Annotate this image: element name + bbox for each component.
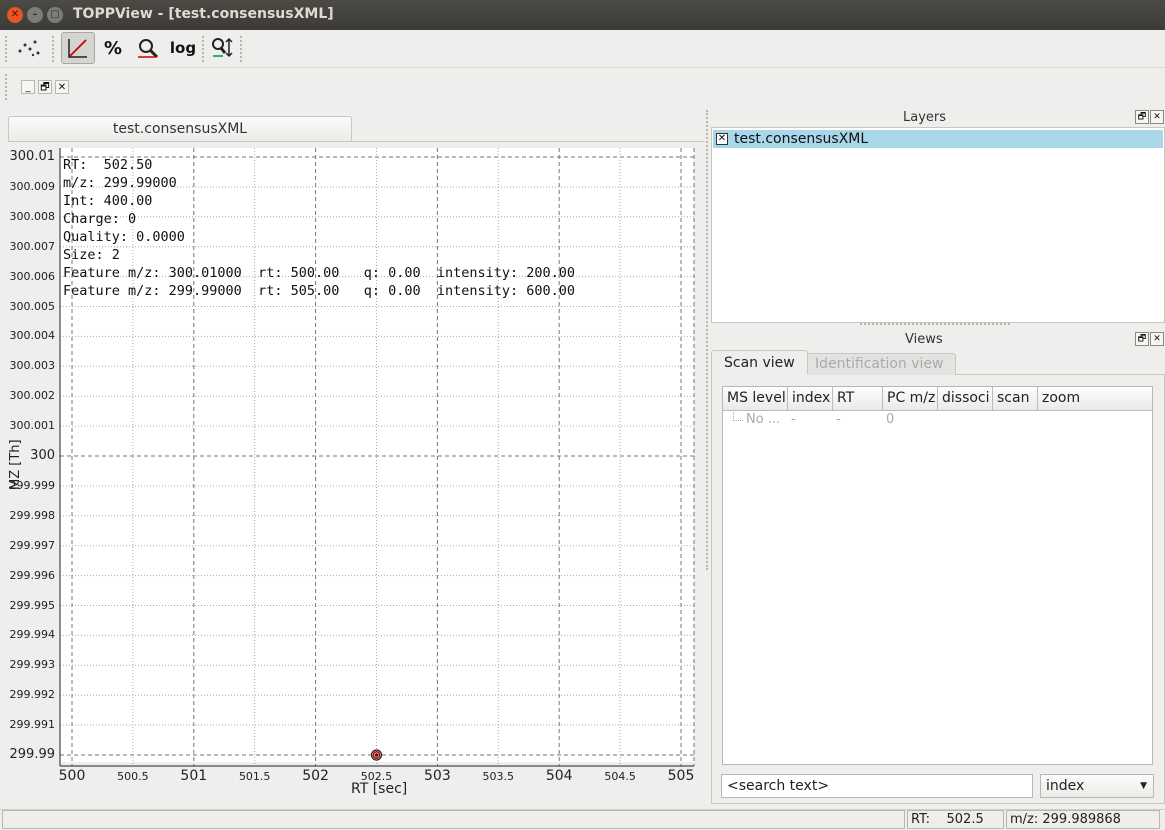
column-dissociation[interactable]: dissoci [938,387,993,411]
status-rt: RT: 502.5 [907,810,1004,829]
column-index[interactable]: index [788,387,833,411]
tab-identification-view[interactable]: Identification view [802,353,957,375]
x-tick-label: 501 [180,768,208,784]
x-tick-label: 503.5 [482,770,515,783]
layers-float-button[interactable]: 🗗 [1135,110,1149,124]
feature-info-line: Feature m/z: 300.01000 rt: 500.00 q: 0.0… [63,265,576,281]
y-tick-label: 300.01 [9,149,56,164]
table-row-cell[interactable]: No ... [746,412,780,427]
scan-table[interactable] [722,386,1153,765]
layers-close-button[interactable]: ✕ [1150,110,1164,124]
x-tick-label: 500 [58,768,86,784]
column-zoom[interactable]: zoom [1038,387,1152,411]
chevron-down-icon: ▼ [1140,781,1147,791]
views-dock-title: Views [905,332,943,347]
column-scan[interactable]: scan [993,387,1038,411]
y-tick-label: 299.995 [9,598,56,612]
views-float-button[interactable]: 🗗 [1135,332,1149,346]
y-tick-label: 299.994 [9,628,56,642]
y-tick-label: 300 [30,448,55,463]
column-pc-mz[interactable]: PC m/z [883,387,938,411]
column-rt[interactable]: RT [833,387,883,411]
y-tick-label: 300.002 [9,389,56,403]
feature-info-line: RT: 502.50 [63,157,153,173]
column-ms-level[interactable]: MS level [723,387,788,411]
feature-point[interactable] [374,753,379,757]
layers-dock-title: Layers [903,110,947,125]
x-tick-label: 505 [667,768,695,784]
y-tick-label: 299.996 [9,568,56,582]
feature-info-line: Size: 2 [63,247,120,263]
x-tick-label: 504.5 [604,770,636,783]
y-tick-label: 300.005 [9,299,56,313]
y-tick-label: 299.99 [9,747,56,762]
feature-info-overlay: RT: 502.50 m/z: 299.99000 Int: 400.00 Charg… [63,156,575,300]
y-tick-label: 299.991 [9,718,56,732]
feature-marker[interactable] [370,749,383,761]
table-row-cell: 0 [886,412,895,427]
x-tick-label: 500.5 [117,770,149,783]
y-tick-label: 300.001 [9,419,56,433]
table-row-cell: - [791,412,796,427]
y-tick-label: 299.997 [9,538,56,552]
search-input[interactable]: <search text> [721,774,1033,798]
y-tick-label: 300.008 [9,209,56,223]
x-tick-label: 504 [545,768,573,784]
feature-info-line: Quality: 0.0000 [63,229,185,245]
x-tick-label: 503 [424,768,451,784]
x-tick-label: 501.5 [238,770,271,783]
y-tick-label: 299.992 [9,688,56,702]
y-tick-label: 300.009 [9,179,56,193]
status-mz: m/z: 299.989868 [1006,810,1160,829]
x-axis-label: RT [sec] [351,781,408,797]
y-axis-label: MZ [Th] [8,439,23,490]
layer-item-label: test.consensusXML [734,131,869,147]
y-tick-label: 299.998 [9,508,56,522]
y-tick-label: 299.993 [9,658,56,672]
table-row-cell: - [836,412,841,427]
feature-info-line: Int: 400.00 [63,193,153,209]
search-field-select[interactable]: index ▼ [1040,774,1154,798]
plot-grid [59,148,695,767]
y-tick-label: 300.007 [9,239,56,253]
x-tick-label: 502 [302,768,329,784]
tab-scan-view[interactable]: Scan view [711,350,808,375]
status-message [2,810,905,829]
feature-info-line: m/z: 299.99000 [63,175,177,191]
tree-branch-line [733,412,743,421]
dock-splitter[interactable] [706,110,709,570]
y-tick-label: 300.003 [9,359,56,373]
y-tick-label: 300.004 [9,329,56,343]
search-field-value: index [1046,778,1085,794]
layer-visibility-checkbox[interactable]: ✕ [716,133,728,145]
views-close-button[interactable]: ✕ [1150,332,1164,346]
feature-info-line: Charge: 0 [63,211,137,227]
y-tick-label: 300.006 [9,269,56,283]
feature-info-line: Feature m/z: 299.99000 rt: 505.00 q: 0.0… [63,283,576,299]
layers-list[interactable] [711,127,1165,323]
layer-item[interactable]: ✕ test.consensusXML [713,130,1163,148]
dock-resize-handle[interactable] [860,323,1010,326]
